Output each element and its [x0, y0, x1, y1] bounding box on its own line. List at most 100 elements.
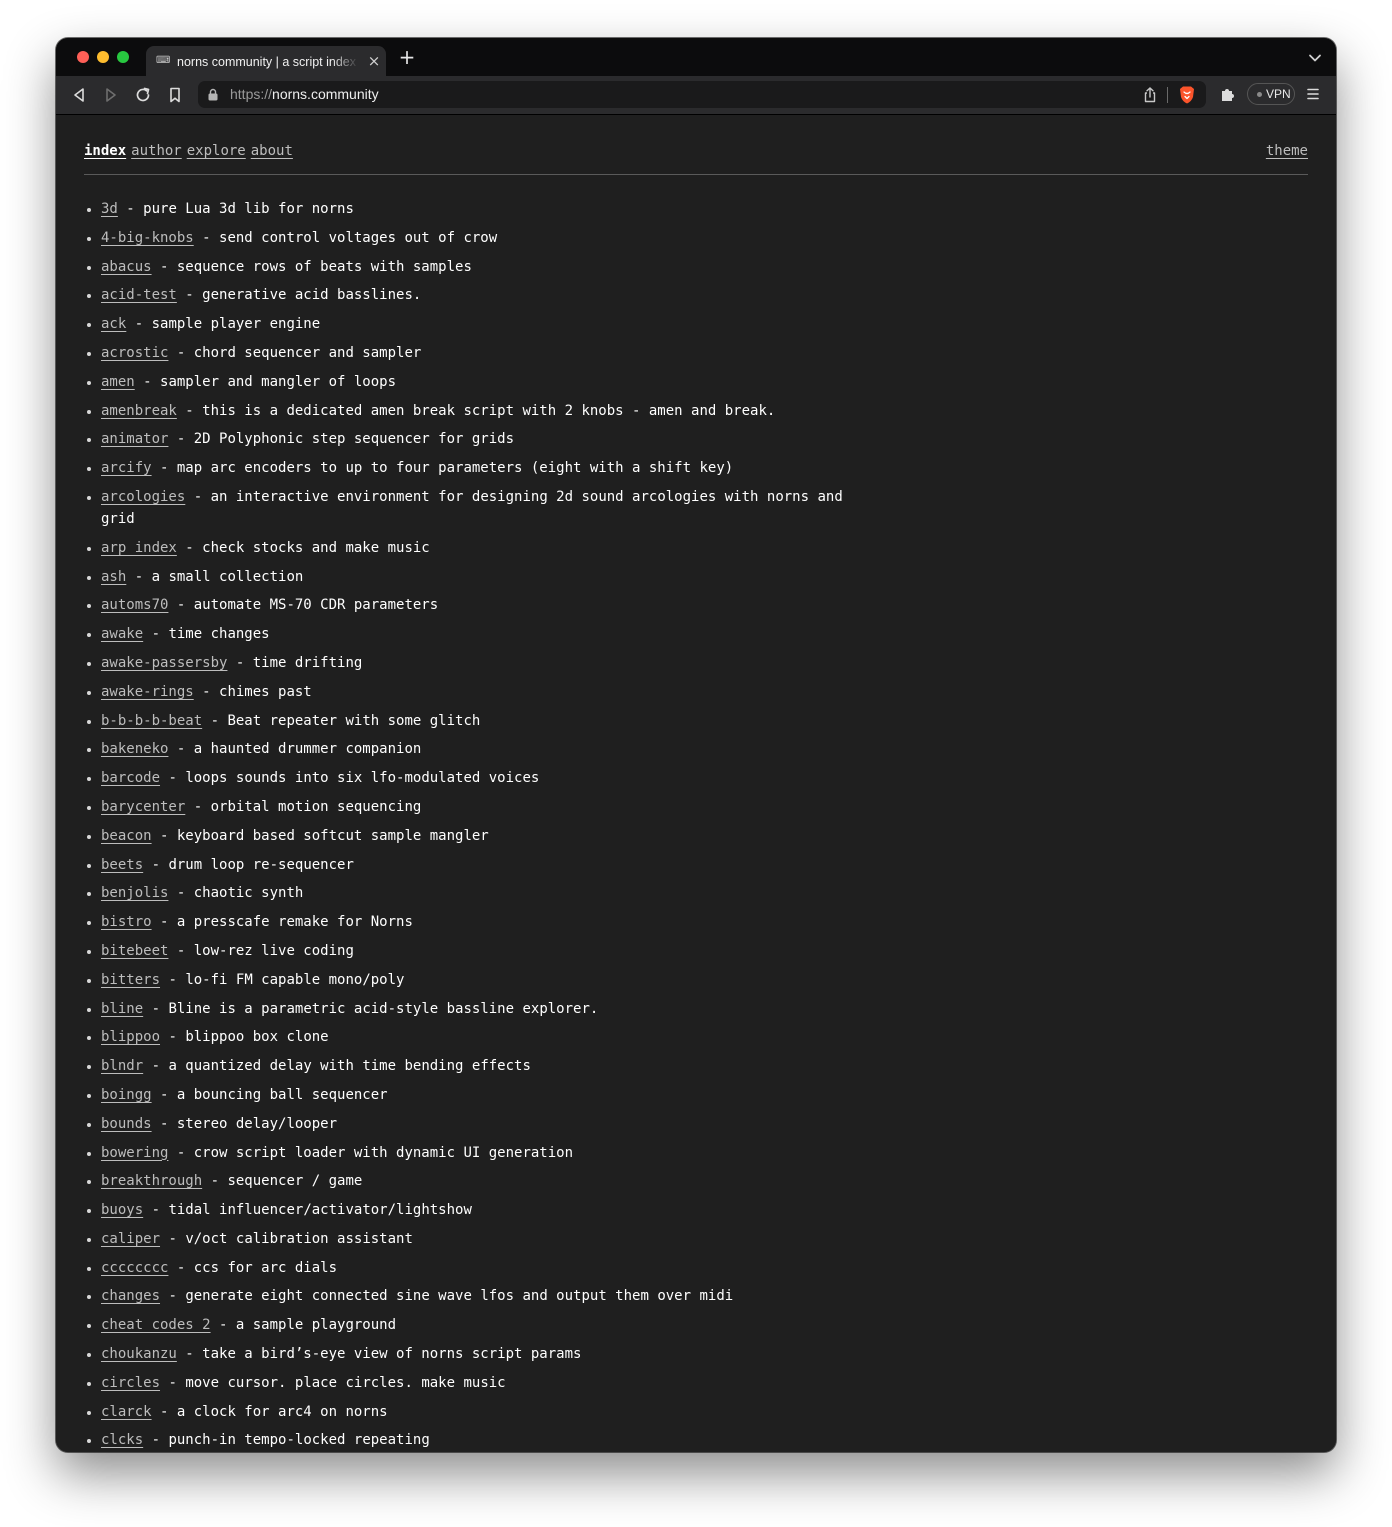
nav-author-link[interactable]: author [131, 143, 182, 159]
script-link[interactable]: beets [101, 857, 143, 873]
script-separator: - [126, 316, 152, 333]
script-link[interactable]: breakthrough [101, 1173, 202, 1189]
nav-about-link[interactable]: about [251, 143, 293, 159]
vpn-button[interactable]: VPN [1247, 83, 1295, 105]
script-link[interactable]: bistro [101, 914, 152, 930]
script-separator: - [227, 654, 253, 671]
script-link[interactable]: arcologies [101, 489, 185, 505]
script-link[interactable]: acrostic [101, 345, 168, 361]
script-link[interactable]: awake-rings [101, 684, 194, 700]
script-link[interactable]: barcode [101, 770, 160, 786]
script-description: orbital motion sequencing [210, 798, 422, 815]
script-description: generate eight connected sine wave lfos … [185, 1288, 734, 1305]
script-link[interactable]: blippoo [101, 1029, 160, 1045]
browser-toolbar: https://norns.community VPN [56, 76, 1336, 115]
script-link[interactable]: cccccccc [101, 1260, 168, 1276]
script-link[interactable]: b-b-b-b-beat [101, 713, 202, 729]
script-separator: - [160, 1288, 186, 1305]
zoom-window-button[interactable] [117, 51, 129, 63]
script-link[interactable]: arcify [101, 460, 152, 476]
script-link[interactable]: awake-passersby [101, 655, 227, 671]
script-link[interactable]: beacon [101, 828, 152, 844]
script-separator: - [151, 1086, 177, 1103]
script-link[interactable]: cheat_codes_2 [101, 1317, 211, 1333]
script-link[interactable]: bakeneko [101, 741, 168, 757]
script-link[interactable]: acid-test [101, 287, 177, 303]
script-link[interactable]: arp_index [101, 540, 177, 556]
script-list-item: bline - Bline is a parametric acid-style… [84, 998, 884, 1020]
script-link[interactable]: bounds [101, 1116, 152, 1132]
script-list-item: abacus - sequence rows of beats with sam… [84, 256, 884, 278]
script-separator: - [160, 1230, 186, 1247]
close-window-button[interactable] [77, 51, 89, 63]
script-link[interactable]: barycenter [101, 799, 185, 815]
new-tab-plus-icon[interactable]: + [396, 46, 418, 68]
script-description: Beat repeater with some glitch [227, 712, 481, 729]
script-description: move cursor. place circles. make music [185, 1374, 506, 1391]
script-separator: - [134, 373, 161, 390]
tab-close-icon[interactable]: × [366, 52, 382, 70]
theme-toggle-link[interactable]: theme [1266, 141, 1308, 161]
tab-list-chevron-down-icon[interactable] [1306, 50, 1324, 66]
minimize-window-button[interactable] [97, 51, 109, 63]
nav-divider [84, 174, 1308, 175]
script-link[interactable]: bitters [101, 972, 160, 988]
script-list-item: barycenter - orbital motion sequencing [84, 796, 884, 818]
script-description: generative acid basslines. [202, 287, 422, 304]
script-separator: - [176, 539, 203, 556]
script-link[interactable]: buoys [101, 1202, 143, 1218]
script-list-item: beets - drum loop re-sequencer [84, 854, 884, 876]
script-link[interactable]: 4-big-knobs [101, 230, 194, 246]
script-list-item: boingg - a bouncing ball sequencer [84, 1084, 884, 1106]
bookmark-icon[interactable] [165, 85, 185, 105]
script-link[interactable]: amen [101, 374, 135, 390]
script-link[interactable]: animator [101, 431, 168, 447]
script-link[interactable]: blndr [101, 1058, 143, 1074]
script-link[interactable]: changes [101, 1288, 160, 1304]
reload-icon[interactable] [133, 85, 153, 105]
script-separator: - [185, 488, 211, 505]
forward-icon[interactable] [101, 85, 121, 105]
nav-index-link[interactable]: index [84, 143, 126, 159]
script-list-item: bitebeet - low-rez live coding [84, 940, 884, 962]
script-description: chaotic synth [193, 885, 304, 902]
lock-icon [207, 88, 219, 101]
address-bar[interactable]: https://norns.community [198, 81, 1206, 108]
extensions-puzzle-icon[interactable] [1219, 85, 1237, 103]
script-link[interactable]: automs70 [101, 597, 168, 613]
script-list: 3d - pure Lua 3d lib for norns 4-big-knob… [84, 198, 884, 1452]
script-link[interactable]: abacus [101, 259, 152, 275]
active-tab[interactable]: ⌨ norns community | a script index × [146, 46, 386, 76]
script-link[interactable]: clarck [101, 1404, 152, 1420]
script-link[interactable]: amenbreak [101, 403, 177, 419]
script-description: send control voltages out of crow [219, 229, 498, 246]
back-icon[interactable] [69, 85, 89, 105]
script-link[interactable]: boingg [101, 1087, 152, 1103]
script-link[interactable]: 3d [101, 201, 118, 217]
script-link[interactable]: awake [101, 626, 143, 642]
script-description: automate MS-70 CDR parameters [193, 597, 439, 614]
script-separator: - [151, 1115, 177, 1132]
script-link[interactable]: ash [101, 569, 126, 585]
script-list-item: bowering - crow script loader with dynam… [84, 1142, 884, 1164]
script-link[interactable]: benjolis [101, 885, 168, 901]
script-link[interactable]: clcks [101, 1432, 143, 1448]
script-list-item: awake-rings - chimes past [84, 681, 884, 703]
script-description: time changes [168, 626, 270, 643]
script-list-item: amenbreak - this is a dedicated amen bre… [84, 400, 884, 422]
script-link[interactable]: circles [101, 1375, 160, 1391]
script-separator: - [117, 201, 144, 217]
brave-shields-lion-icon[interactable] [1178, 85, 1196, 105]
script-link[interactable]: bitebeet [101, 943, 168, 959]
script-link[interactable]: bline [101, 1001, 143, 1017]
script-link[interactable]: caliper [101, 1231, 160, 1247]
share-icon[interactable] [1142, 86, 1158, 104]
url-text[interactable]: https://norns.community [230, 86, 379, 103]
nav-explore-link[interactable]: explore [187, 143, 246, 159]
script-description: blippoo box clone [185, 1029, 329, 1046]
menu-hamburger-icon[interactable] [1305, 86, 1321, 102]
script-link[interactable]: bowering [101, 1145, 168, 1161]
script-link[interactable]: choukanzu [101, 1346, 177, 1362]
script-separator: - [151, 258, 177, 275]
script-link[interactable]: ack [101, 316, 126, 332]
